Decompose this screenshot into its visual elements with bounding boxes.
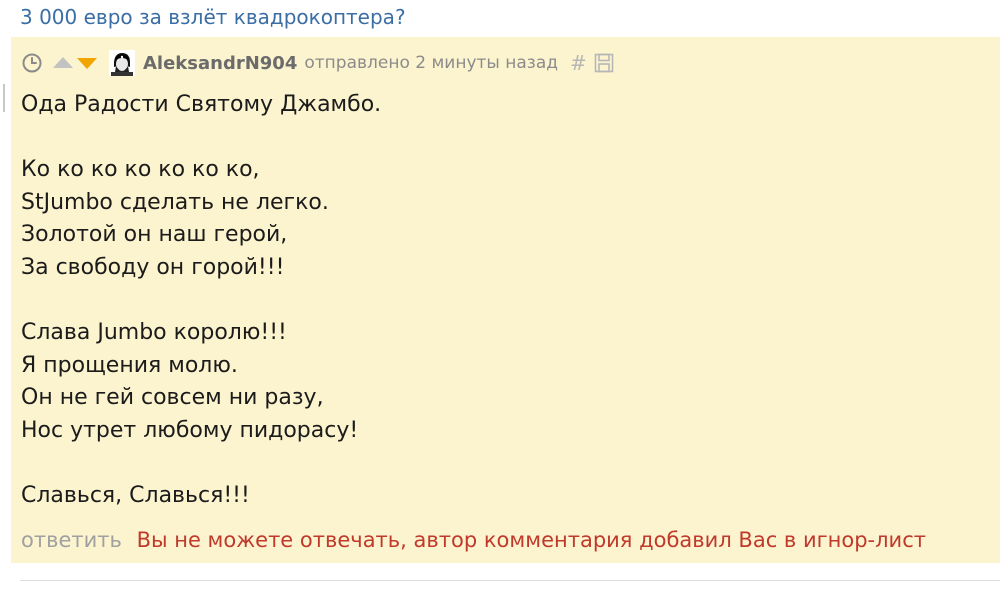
comment-author[interactable]: AleksandrN904	[143, 53, 297, 74]
comment-body: Ода Радости Святому Джамбо. Ко ко ко ко …	[21, 89, 981, 513]
comment-line: За свободу он горой!!!	[21, 254, 285, 280]
ignore-notice: Вы не можете отвечать, автор комментария…	[136, 528, 926, 552]
hash-icon[interactable]: #	[570, 51, 587, 75]
comment-line: Славься, Славься!!!	[21, 483, 250, 509]
avatar[interactable]	[109, 50, 135, 76]
comment-line: Нос утрет любому пидорасу!	[21, 417, 359, 443]
comment-meta: AleksandrN904 отправлено 2 минуты назад …	[21, 49, 615, 77]
comment-timestamp: отправлено 2 минуты назад	[304, 53, 558, 73]
comment-line	[21, 122, 981, 155]
comment: AleksandrN904 отправлено 2 минуты назад …	[3, 37, 1000, 563]
arrow-down-icon[interactable]	[75, 54, 99, 72]
reply-link[interactable]: ответить	[21, 528, 122, 552]
divider	[20, 580, 1000, 581]
comment-line: Он не гей совсем ни разу,	[21, 385, 324, 411]
save-icon[interactable]	[593, 52, 615, 74]
parent-post-link[interactable]: 3 000 евро за взлёт квадрокоптера?	[20, 3, 406, 31]
comment-line: Золотой он наш герой,	[21, 222, 288, 248]
comment-line: StJumbo сделать не легко.	[21, 189, 329, 215]
comment-actions: ответить Вы не можете отвечать, автор ко…	[21, 526, 926, 554]
comment-line: Слава Jumbo королю!!!	[21, 320, 287, 346]
comment-line	[21, 448, 981, 481]
comment-indent-marker	[3, 84, 5, 112]
comment-line: Ода Радости Святому Джамбо.	[21, 92, 382, 117]
clock-icon[interactable]	[21, 52, 43, 74]
comment-line: Ко ко ко ко ко ко ко,	[21, 157, 260, 183]
comment-line: Я прощения молю.	[21, 352, 238, 378]
arrow-up-icon[interactable]	[51, 54, 75, 72]
comment-line	[21, 285, 981, 318]
